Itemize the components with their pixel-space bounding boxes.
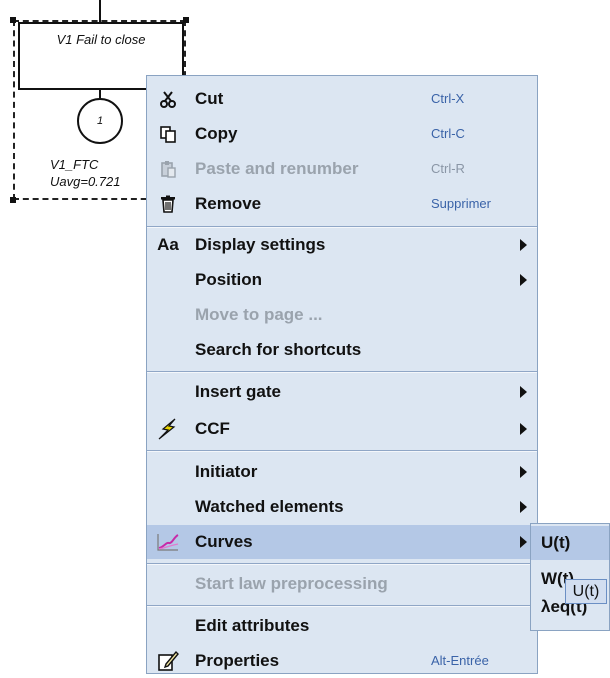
menu-item-label: Remove [195, 194, 262, 213]
submenu-item-label: U(t) [541, 533, 571, 552]
menu-item-search-for-shortcuts[interactable]: Search for shortcuts [147, 333, 537, 367]
menu-item-label: Start law preprocessing [195, 574, 388, 593]
menu-item-display-settings[interactable]: Aa Display settings [147, 228, 537, 262]
submenu-arrow-icon [520, 239, 527, 251]
menu-item-label: Move to page ... [195, 305, 323, 324]
menu-item-watched-elements[interactable]: Watched elements [147, 490, 537, 524]
paste-icon [155, 156, 181, 182]
selection-handle[interactable] [10, 17, 16, 23]
shortcut-label: Ctrl-C [431, 126, 465, 141]
shortcut-label: Supprimer [431, 196, 491, 211]
menu-item-start-law-preprocessing: Start law preprocessing [147, 567, 537, 601]
curve-chart-icon [155, 529, 181, 555]
connector-top [99, 0, 101, 22]
shortcut-label: Ctrl-R [431, 161, 465, 176]
gate-label: V1 Fail to close [56, 32, 146, 47]
menu-item-label: Properties [195, 651, 280, 670]
menu-item-ccf[interactable]: CCF [147, 412, 537, 446]
font-aa-icon: Aa [157, 235, 179, 254]
shortcut-label: Alt-Entrée [431, 653, 489, 668]
copy-icon [155, 121, 181, 147]
menu-item-position[interactable]: Position [147, 263, 537, 297]
menu-item-label: Initiator [195, 462, 258, 481]
event-value: Uavg=0.721 [50, 174, 121, 189]
menu-item-edit-attributes[interactable]: Edit attributes [147, 609, 537, 643]
submenu-arrow-icon [520, 536, 527, 548]
trash-icon [155, 191, 181, 217]
connector-gate-event [99, 90, 101, 98]
menu-item-initiator[interactable]: Initiator [147, 455, 537, 489]
submenu-arrow-icon [520, 274, 527, 286]
shortcut-label: Ctrl-X [431, 91, 465, 106]
menu-item-curves[interactable]: Curves [147, 525, 537, 559]
menu-item-label: Insert gate [195, 382, 281, 401]
menu-item-label: Cut [195, 89, 224, 108]
menu-item-label: CCF [195, 419, 230, 438]
menu-item-copy[interactable]: Copy Ctrl-C [147, 117, 537, 151]
menu-item-insert-gate[interactable]: Insert gate [147, 375, 537, 409]
submenu-arrow-icon [520, 386, 527, 398]
curves-submenu: U(t) W(t) λeq(t) [530, 523, 610, 631]
submenu-arrow-icon [520, 423, 527, 435]
properties-icon [155, 648, 181, 674]
selection-handle[interactable] [10, 197, 16, 203]
menu-item-label: Watched elements [195, 497, 344, 516]
menu-separator [147, 450, 537, 452]
basic-event-circle[interactable]: 1 [77, 98, 123, 144]
menu-separator [147, 563, 537, 565]
tooltip: U(t) [565, 579, 607, 604]
menu-item-remove[interactable]: Remove Supprimer [147, 187, 537, 221]
lightning-icon [155, 416, 181, 442]
event-name: V1_FTC [50, 157, 99, 172]
menu-item-label: Curves [195, 532, 253, 551]
menu-item-paste-and-renumber: Paste and renumber Ctrl-R [147, 152, 537, 186]
submenu-item-u-t[interactable]: U(t) [531, 526, 609, 560]
menu-item-label: Position [195, 270, 263, 289]
menu-item-label: Copy [195, 124, 238, 143]
submenu-arrow-icon [520, 501, 527, 513]
menu-item-label: Search for shortcuts [195, 340, 362, 359]
menu-item-move-to-page: Move to page ... [147, 298, 537, 332]
context-menu: Cut Ctrl-X Copy Ctrl-C Paste and renumbe… [146, 75, 538, 674]
menu-item-properties[interactable]: Properties Alt-Entrée [147, 644, 537, 678]
menu-separator [147, 371, 537, 373]
scissors-icon [155, 86, 181, 112]
event-number: 1 [96, 115, 104, 127]
menu-item-cut[interactable]: Cut Ctrl-X [147, 82, 537, 116]
menu-item-label: Paste and renumber [195, 159, 359, 178]
menu-item-label: Edit attributes [195, 616, 310, 635]
submenu-arrow-icon [520, 466, 527, 478]
menu-item-label: Display settings [195, 235, 326, 254]
menu-separator [147, 605, 537, 607]
